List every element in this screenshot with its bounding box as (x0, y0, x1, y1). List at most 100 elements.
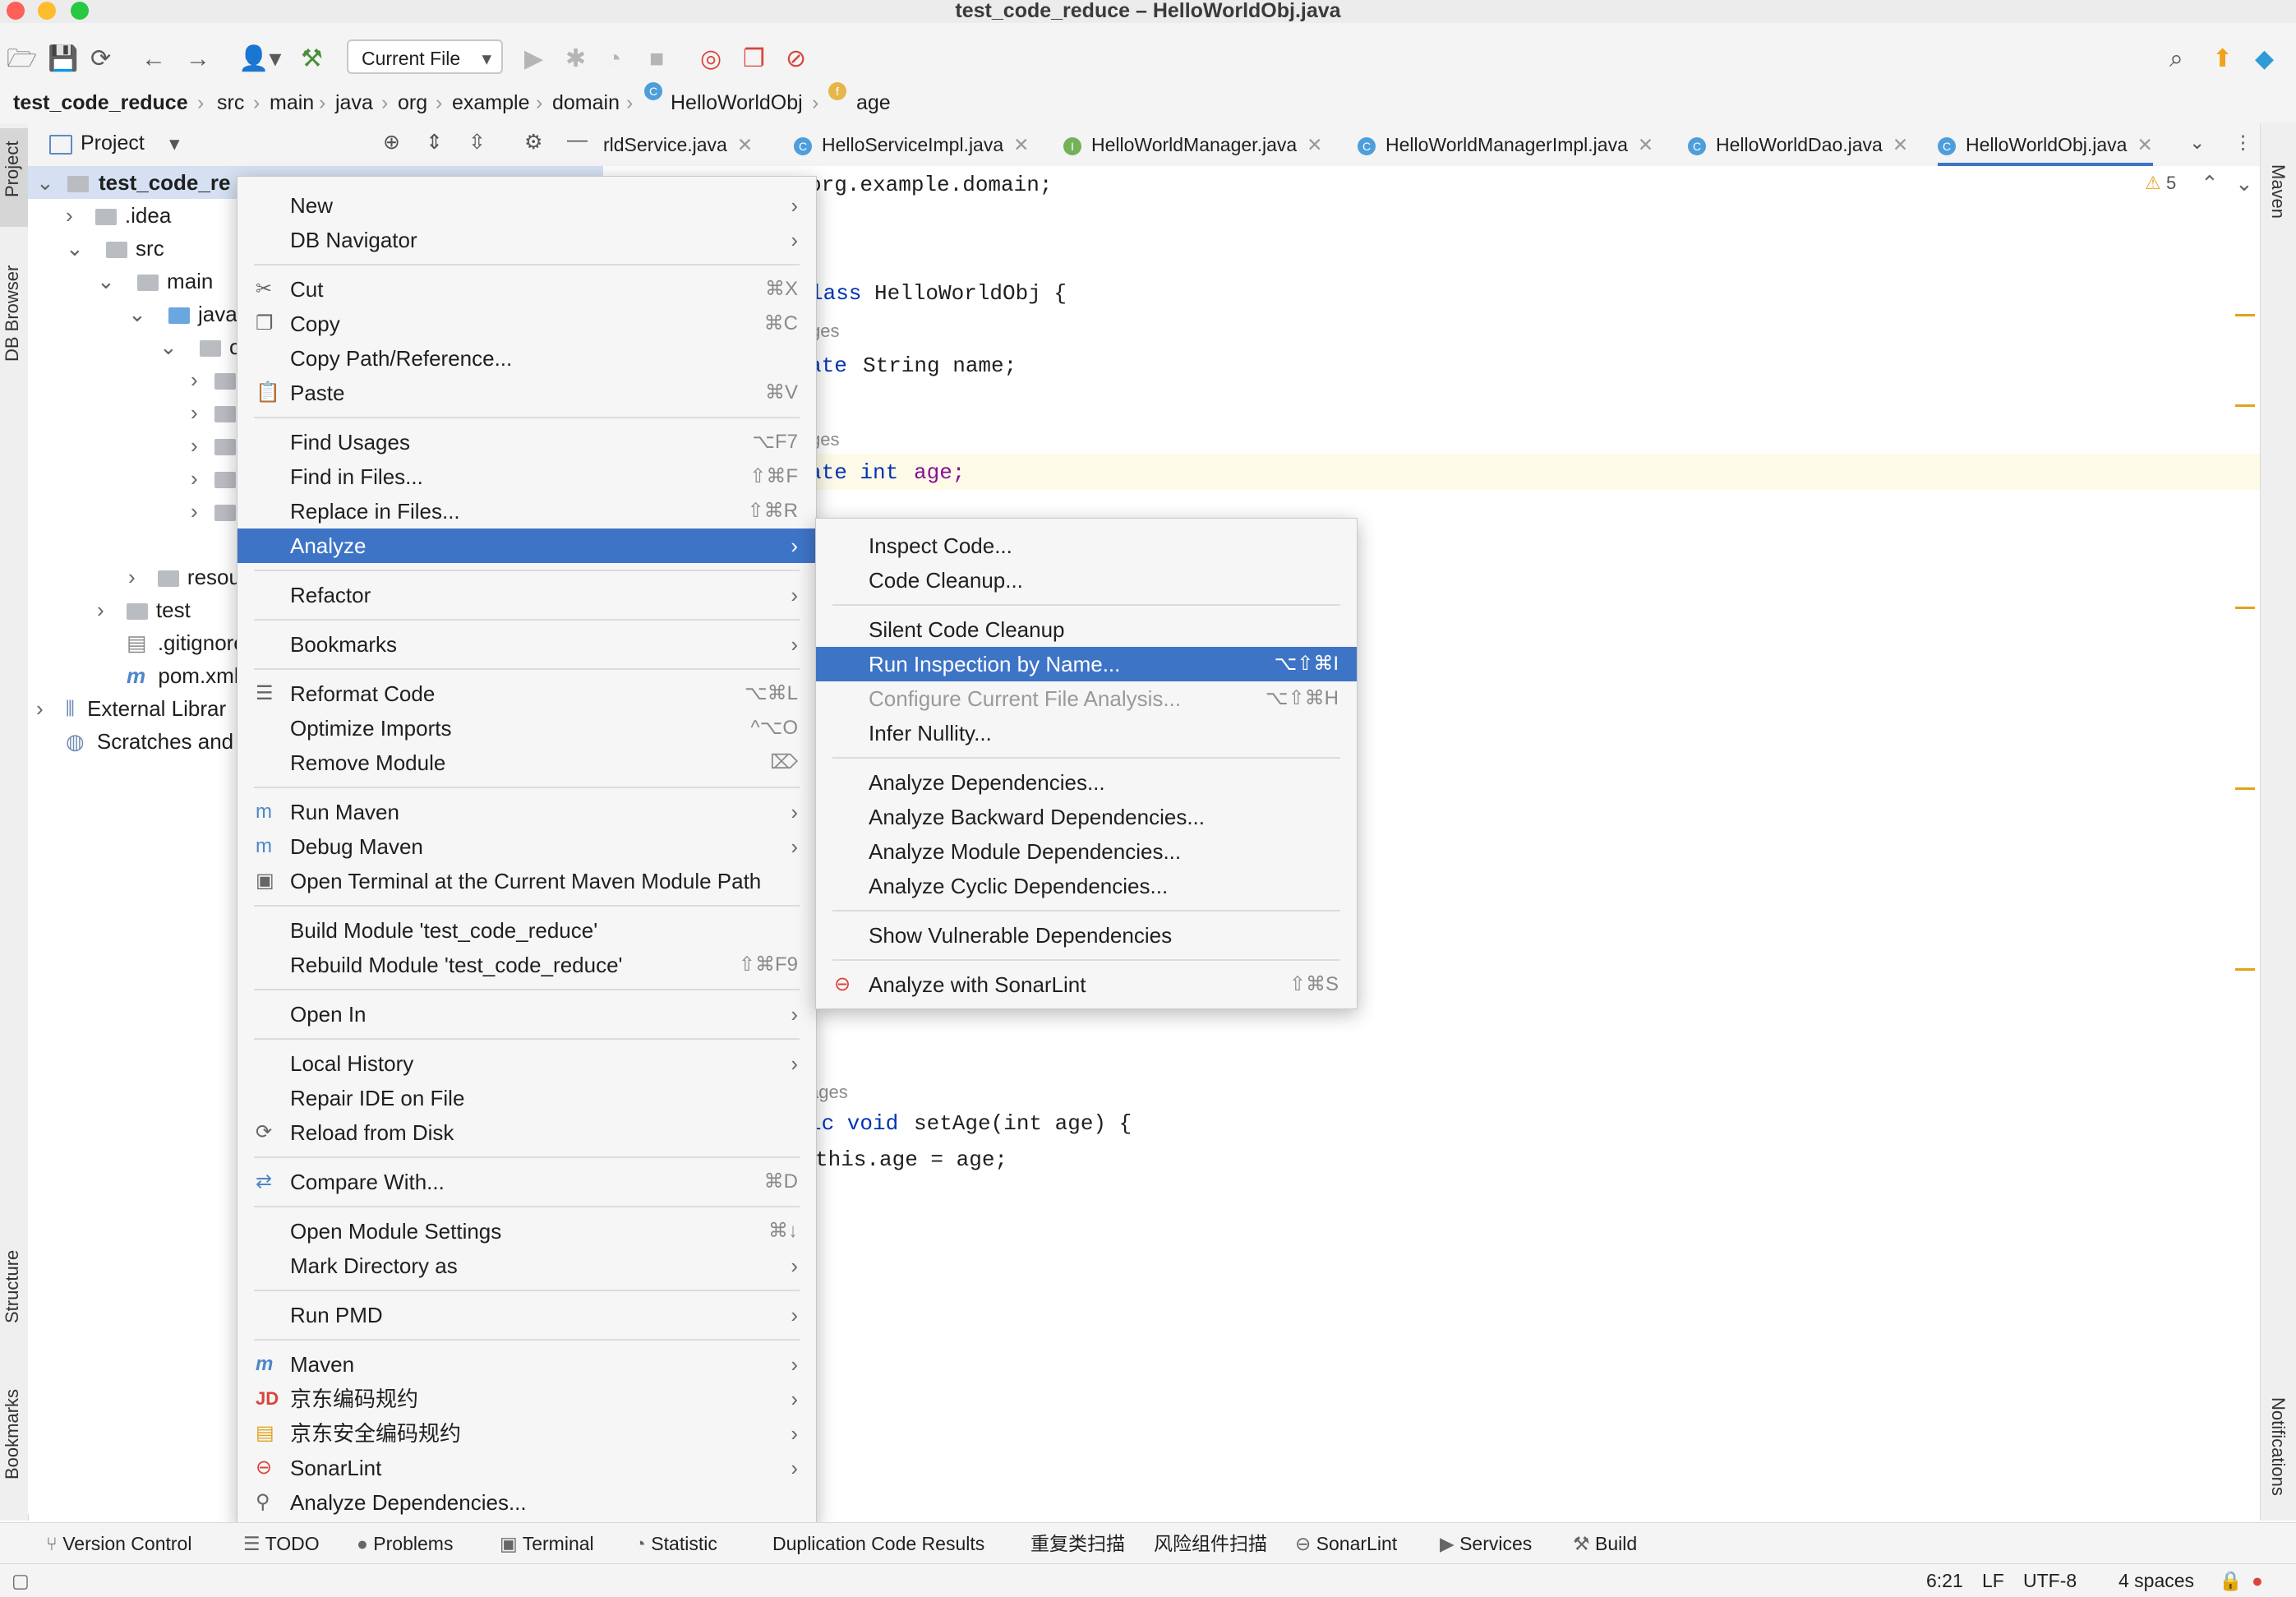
close-icon[interactable]: ✕ (1893, 134, 1908, 155)
menu-item-local-history[interactable]: Local History › (237, 1046, 816, 1081)
warning-marker[interactable] (2235, 787, 2255, 790)
tool-tab-version-control[interactable]: ⑂ Version Control (46, 1523, 191, 1564)
menu-item-paste[interactable]: 📋 Paste ⌘V (237, 376, 816, 410)
menu-item-db-navigator[interactable]: DB Navigator › (237, 223, 816, 257)
line-separator[interactable]: LF (1982, 1564, 2004, 1597)
tree-row[interactable]: › (191, 462, 244, 495)
menu-item-debug-maven[interactable]: m Debug Maven › (237, 829, 816, 864)
hide-panel-icon[interactable]: — (567, 128, 588, 152)
tree-row[interactable]: m pom.xml (97, 659, 239, 692)
menu-item-infer-nullity[interactable]: Infer Nullity... (816, 716, 1357, 750)
close-icon[interactable]: ✕ (1307, 134, 1322, 155)
menu-item-jd-security-rules[interactable]: ▤ 京东安全编码规约 › (237, 1416, 816, 1451)
menu-item-sonarlint[interactable]: ⊖ SonarLint › (237, 1451, 816, 1485)
menu-item-code-cleanup[interactable]: Code Cleanup... (816, 563, 1357, 598)
warning-icon[interactable]: ⚠ (2145, 173, 2161, 194)
tool-tab-problems[interactable]: ● Problems (357, 1523, 453, 1564)
breadcrumb-item[interactable]: domain (552, 82, 620, 123)
menu-item-run-maven[interactable]: m Run Maven › (237, 795, 816, 829)
menu-item-compare-with[interactable]: ⇄ Compare With... ⌘D (237, 1165, 816, 1199)
chevron-up-icon[interactable]: ⌃ (2201, 171, 2219, 196)
indent-setting[interactable]: 4 spaces (2118, 1564, 2194, 1597)
project-tool-button[interactable]: Project (2, 141, 23, 197)
close-icon[interactable]: ✕ (2137, 134, 2152, 155)
menu-item-bookmarks[interactable]: Bookmarks › (237, 627, 816, 662)
breadcrumb-item[interactable]: example (452, 82, 530, 123)
maven-tool-button[interactable]: Maven (2267, 164, 2289, 219)
tool-tab-build[interactable]: ⚒ Build (1573, 1523, 1637, 1564)
chevron-down-icon[interactable]: ⌄ (2235, 171, 2253, 196)
menu-item-analyze-cyclic-dependencies[interactable]: Analyze Cyclic Dependencies... (816, 869, 1357, 903)
tool-tab-duplication-code[interactable]: Duplication Code Results (772, 1523, 984, 1564)
layout-toggle-icon[interactable]: ▢ (12, 1564, 30, 1597)
notifications-tool-button[interactable]: Notifications (2267, 1397, 2289, 1496)
tool-tab-terminal[interactable]: ▣ Terminal (500, 1523, 594, 1564)
menu-item-build-module[interactable]: Build Module 'test_code_reduce' (237, 913, 816, 948)
menu-item-refactor[interactable]: Refactor › (237, 578, 816, 612)
close-icon[interactable]: ✕ (1638, 134, 1653, 155)
menu-item-analyze-dependencies[interactable]: ⚲ Analyze Dependencies... (237, 1485, 816, 1520)
menu-item-find-usages[interactable]: Find Usages ⌥F7 (237, 425, 816, 459)
menu-item-open-terminal[interactable]: ▣ Open Terminal at the Current Maven Modu… (237, 864, 816, 898)
expand-all-icon[interactable]: ⇕ (426, 130, 443, 155)
tool-tab-risk-component-scan[interactable]: 风险组件扫描 (1154, 1523, 1267, 1564)
menu-item-analyze-backward-dependencies[interactable]: Analyze Backward Dependencies... (816, 800, 1357, 834)
more-options-icon[interactable]: ⋮ (2234, 132, 2252, 154)
tool-tab-services[interactable]: ▶ Services (1440, 1523, 1532, 1564)
locate-icon[interactable]: ⊕ (383, 130, 400, 155)
menu-item-analyze[interactable]: Analyze › (237, 528, 816, 563)
menu-item-repair-ide[interactable]: Repair IDE on File (237, 1081, 816, 1115)
menu-item-mark-directory-as[interactable]: Mark Directory as › (237, 1249, 816, 1283)
tree-row[interactable]: ⌄ or (159, 330, 248, 363)
menu-item-find-in-files[interactable]: Find in Files... ⇧⌘F (237, 459, 816, 494)
tab-editor[interactable]: C HelloWorldDao.java ✕ (1688, 123, 1908, 166)
menu-item-inspect-code[interactable]: Inspect Code... (816, 528, 1357, 563)
tab-editor[interactable]: C HelloServiceImpl.java ✕ (794, 123, 1029, 166)
menu-item-run-inspection-by-name[interactable]: Run Inspection by Name... ⌥⇧⌘I (816, 647, 1357, 681)
menu-item-new[interactable]: New › (237, 188, 816, 223)
menu-item-silent-code-cleanup[interactable]: Silent Code Cleanup (816, 612, 1357, 647)
project-panel-title[interactable]: Project (81, 132, 145, 155)
chevron-down-icon[interactable]: ⌄ (2189, 132, 2205, 154)
menu-item-optimize-imports[interactable]: Optimize Imports ^⌥O (237, 711, 816, 745)
caret-position[interactable]: 6:21 (1926, 1564, 1963, 1597)
menu-item-rebuild-module[interactable]: Rebuild Module 'test_code_reduce' ⇧⌘F9 (237, 948, 816, 982)
menu-item-remove-module[interactable]: Remove Module ⌦ (237, 745, 816, 780)
bookmarks-tool-button[interactable]: Bookmarks (2, 1389, 23, 1479)
menu-item-analyze-with-sonarlint[interactable]: ⊖ Analyze with SonarLint ⇧⌘S (816, 967, 1357, 1002)
chevron-down-icon[interactable]: ▾ (169, 132, 180, 156)
menu-item-copy[interactable]: ❐ Copy ⌘C (237, 307, 816, 341)
run-config-select[interactable]: Current File ▾ (347, 39, 503, 74)
tree-row[interactable]: › resou (128, 561, 241, 593)
tree-row[interactable]: › test (97, 593, 191, 626)
tool-tab-todo[interactable]: ☰ TODO (243, 1523, 320, 1564)
menu-item-analyze-dependencies[interactable]: Analyze Dependencies... (816, 765, 1357, 800)
menu-item-maven[interactable]: m Maven › (237, 1347, 816, 1382)
lock-icon[interactable]: 🔒 (2219, 1564, 2243, 1597)
close-icon[interactable]: ✕ (1013, 134, 1029, 155)
breadcrumb-item[interactable]: test_code_reduce (13, 82, 188, 123)
error-indicator-icon[interactable]: ● (2252, 1564, 2263, 1597)
tree-row[interactable]: ⌄ main (97, 265, 213, 298)
collapse-all-icon[interactable]: ⇳ (468, 130, 486, 155)
warning-marker[interactable] (2235, 607, 2255, 609)
breadcrumb-item[interactable]: org (398, 82, 427, 123)
menu-item-reformat-code[interactable]: ☰ Reformat Code ⌥⌘L (237, 676, 816, 711)
breadcrumb-item[interactable]: HelloWorldObj (671, 82, 803, 123)
tab-editor[interactable]: C HelloWorldManagerImpl.java ✕ (1358, 123, 1653, 166)
menu-item-jd-coding-rules[interactable]: JD 京东编码规约 › (237, 1382, 816, 1416)
tree-row[interactable]: › (191, 363, 244, 396)
tree-row[interactable]: › (191, 429, 244, 462)
menu-item-configure-file-analysis[interactable]: Configure Current File Analysis... ⌥⇧⌘H (816, 681, 1357, 716)
tree-row[interactable]: ◍ Scratches and (66, 725, 233, 758)
tree-row[interactable]: › ⫴ External Librar (36, 692, 226, 725)
tree-row[interactable]: ⌄ src (66, 232, 164, 265)
menu-item-open-module-settings[interactable]: Open Module Settings ⌘↓ (237, 1214, 816, 1249)
menu-item-copy-path[interactable]: Copy Path/Reference... (237, 341, 816, 376)
menu-item-analyze-module-dependencies[interactable]: Analyze Module Dependencies... (816, 834, 1357, 869)
tree-row[interactable]: › (191, 495, 244, 528)
tree-row[interactable]: ▤ .gitignore (97, 626, 246, 659)
menu-item-show-vulnerable-dependencies[interactable]: Show Vulnerable Dependencies (816, 918, 1357, 953)
menu-item-reload-from-disk[interactable]: ⟳ Reload from Disk (237, 1115, 816, 1150)
tree-row[interactable]: ⌄ java (128, 298, 237, 330)
